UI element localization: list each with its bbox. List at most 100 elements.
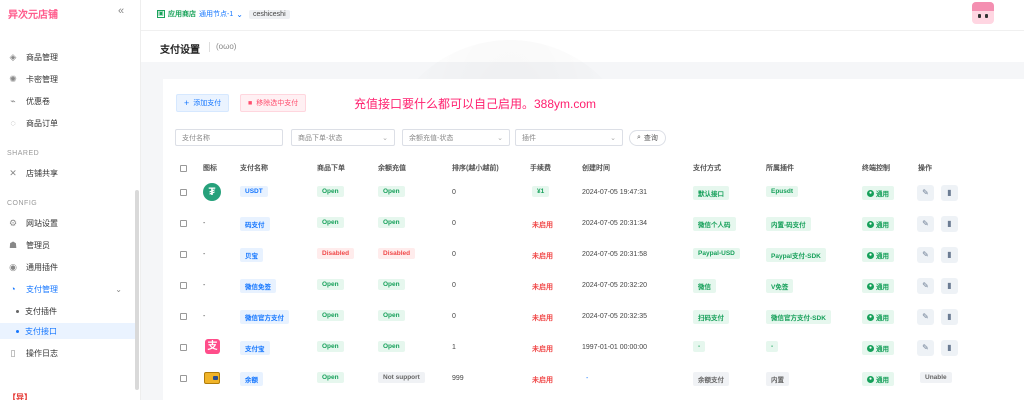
payment-name-tag[interactable]: 码支付: [240, 217, 270, 231]
recharge-status-tag[interactable]: Open: [378, 217, 405, 228]
payment-name-tag[interactable]: 微信免签: [240, 279, 276, 293]
sidebar-item-products[interactable]: ◈ 商品管理: [8, 49, 136, 65]
order-status-tag[interactable]: Open: [317, 217, 344, 228]
select-all-checkbox[interactable]: [180, 165, 187, 172]
payment-name-input[interactable]: 支付名称: [175, 129, 283, 146]
sidebar-scrollbar[interactable]: [135, 190, 139, 390]
sidebar-item-site-settings[interactable]: ⚙ 网站设置: [8, 215, 136, 231]
row-checkbox[interactable]: [180, 344, 187, 351]
created-time: 2024-07-05 20:32:35: [582, 313, 647, 320]
recharge-status-tag[interactable]: Disabled: [378, 248, 416, 259]
edit-icon[interactable]: ✎: [917, 247, 934, 263]
row-checkbox[interactable]: [180, 189, 187, 196]
app-store-link[interactable]: 应用商店: [168, 9, 196, 19]
sidebar-item-coupons[interactable]: ⌁ 优惠卷: [8, 93, 136, 109]
edit-icon[interactable]: ✎: [917, 216, 934, 232]
terminal-tag[interactable]: ● 通用: [862, 341, 894, 355]
terminal-tag[interactable]: ● 通用: [862, 310, 894, 324]
col-header: 排序(越小越前): [452, 165, 499, 172]
sidebar-subitem-pay-plugins[interactable]: 支付插件: [0, 303, 136, 319]
plugin-tag: -: [766, 341, 779, 352]
terminal-tag[interactable]: ● 通用: [862, 372, 894, 386]
row-checkbox[interactable]: [180, 313, 187, 320]
chevron-down-icon: ⌄: [497, 134, 503, 142]
payment-name-tag[interactable]: 贝宝: [240, 248, 263, 262]
row-checkbox[interactable]: [180, 375, 187, 382]
col-header: 所属插件: [766, 165, 794, 172]
search-button[interactable]: ⌕ 查询: [629, 130, 666, 146]
plugin-select[interactable]: 插件 ⌄: [515, 129, 623, 146]
recharge-status-select[interactable]: 余额充值-状态 ⌄: [402, 129, 510, 146]
edit-icon[interactable]: ✎: [917, 309, 934, 325]
recharge-status-label: 余额充值-状态: [409, 134, 454, 142]
trash-icon[interactable]: ▮: [941, 216, 958, 232]
table-row: - 微信免签 Open Open 0 未启用 2024-07-05 20:32:…: [163, 271, 1024, 302]
col-header: 创建时间: [582, 165, 610, 172]
wallet-icon: [204, 372, 220, 384]
plugin-icon: ◉: [9, 261, 17, 272]
terminal-label: 通用: [876, 346, 889, 353]
sort-value: 0: [452, 313, 456, 320]
sidebar-subitem-pay-interfaces[interactable]: 支付接口: [0, 323, 136, 339]
add-payment-label: 添加支付: [193, 100, 222, 107]
recharge-status-tag[interactable]: Open: [378, 186, 405, 197]
order-status-tag[interactable]: Open: [317, 186, 344, 197]
row-checkbox[interactable]: [180, 220, 187, 227]
order-status-tag[interactable]: Open: [317, 310, 344, 321]
node-selector[interactable]: 通用节点-1: [199, 9, 233, 19]
table-header: 图标 支付名称 商品下单 余额充值 排序(越小越前) 手续费 创建时间 支付方式…: [163, 163, 1024, 177]
order-status-tag[interactable]: Open: [317, 341, 344, 352]
sort-value: 0: [452, 220, 456, 227]
icon-placeholder: -: [203, 282, 206, 289]
created-time: 2024-07-05 19:47:31: [582, 189, 647, 196]
order-status-tag[interactable]: Open: [317, 279, 344, 290]
trash-icon[interactable]: ▮: [941, 278, 958, 294]
sidebar-item-logs[interactable]: ▯ 操作日志: [8, 345, 136, 361]
recharge-status-tag[interactable]: Open: [378, 279, 405, 290]
sidebar-item-orders[interactable]: ◌ 商品订单: [8, 115, 136, 131]
chevron-down-icon[interactable]: ⌄: [236, 10, 243, 19]
order-status-select[interactable]: 商品下单-状态 ⌄: [291, 129, 395, 146]
avatar[interactable]: [972, 2, 994, 24]
payment-name-tag[interactable]: USDT: [240, 186, 268, 197]
edit-icon[interactable]: ✎: [917, 278, 934, 294]
add-payment-button[interactable]: + 添加支付: [176, 94, 230, 112]
edit-icon[interactable]: ✎: [917, 340, 934, 356]
store-icon: ▣: [157, 10, 165, 18]
sidebar-item-label: 支付管理: [26, 284, 58, 294]
sidebar-item-plugins[interactable]: ◉ 通用插件: [8, 259, 136, 275]
row-checkbox[interactable]: [180, 282, 187, 289]
recharge-status-tag[interactable]: Open: [378, 341, 405, 352]
collapse-sidebar-icon[interactable]: «: [118, 5, 124, 17]
order-status-tag[interactable]: Open: [317, 372, 344, 383]
payment-name-tag[interactable]: 微信官方支付: [240, 310, 289, 324]
top-header: ▣ 应用商店 通用节点-1 ⌄ ceshiceshi: [141, 0, 1024, 30]
search-icon: ⌕: [637, 134, 641, 141]
terminal-tag[interactable]: ● 通用: [862, 279, 894, 293]
terminal-tag[interactable]: ● 通用: [862, 186, 894, 200]
recharge-status-tag[interactable]: Open: [378, 310, 405, 321]
sidebar-item-store-share[interactable]: ✕ 店铺共享: [8, 165, 136, 181]
col-header: 操作: [918, 165, 932, 172]
payment-name-tag[interactable]: 支付宝: [240, 341, 270, 355]
terminal-tag[interactable]: ● 通用: [862, 248, 894, 262]
row-checkbox[interactable]: [180, 251, 187, 258]
col-header: 终端控制: [862, 165, 890, 172]
trash-icon[interactable]: ▮: [941, 340, 958, 356]
order-status-tag[interactable]: Disabled: [317, 248, 355, 259]
remove-selected-button[interactable]: ■ 移除选中支付: [240, 94, 307, 112]
pay-icon: ◔: [10, 284, 16, 294]
trash-icon[interactable]: ▮: [941, 309, 958, 325]
payment-name-tag[interactable]: 余额: [240, 372, 263, 386]
terminal-tag[interactable]: ● 通用: [862, 217, 894, 231]
table-row: - 码支付 Open Open 0 未启用 2024-07-05 20:31:3…: [163, 209, 1024, 240]
trash-icon[interactable]: ▮: [941, 185, 958, 201]
sidebar-item-payment[interactable]: ◔ 支付管理 ⌄: [8, 281, 136, 297]
globe-icon: ●: [867, 220, 874, 228]
sidebar-item-label: 商品订单: [26, 118, 58, 128]
sidebar-item-cards[interactable]: ✺ 卡密管理: [8, 71, 136, 87]
sidebar-item-admins[interactable]: ☗ 管理员: [8, 237, 136, 253]
trash-icon[interactable]: ▮: [941, 247, 958, 263]
bullet-icon: [16, 329, 19, 333]
edit-icon[interactable]: ✎: [917, 185, 934, 201]
